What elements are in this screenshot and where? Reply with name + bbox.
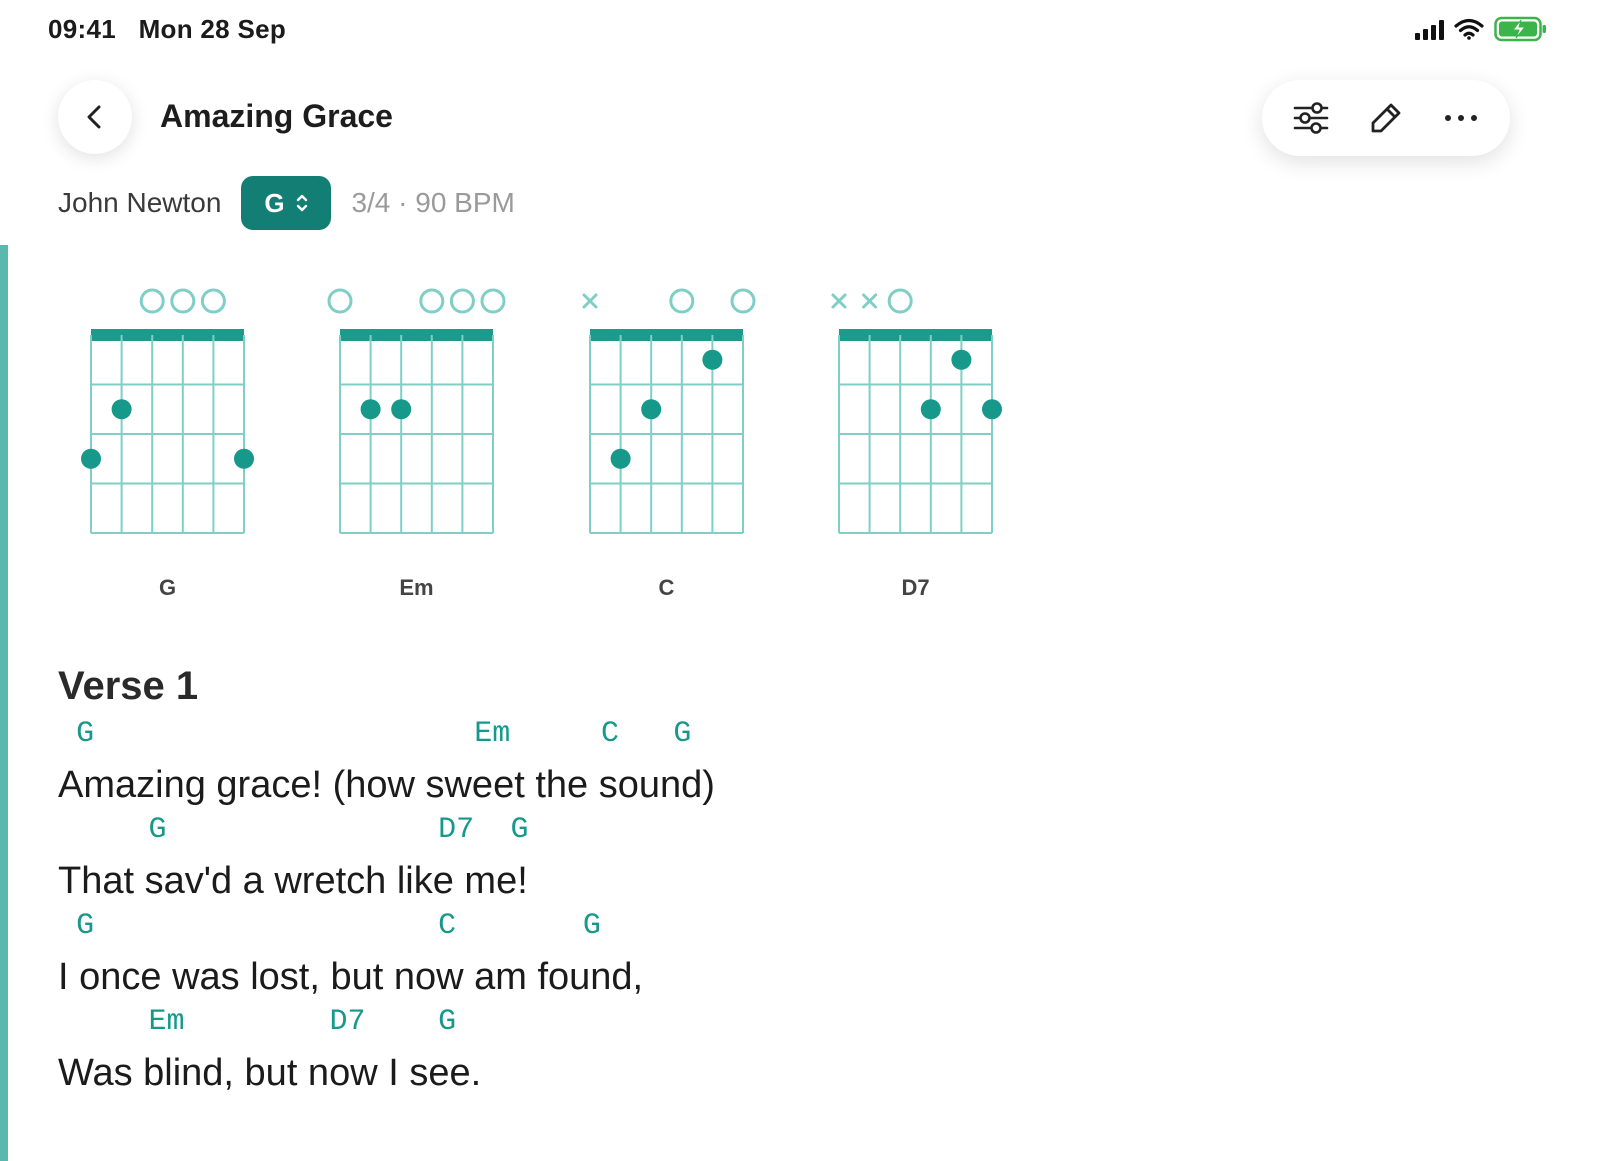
chord-diagram-name: C — [659, 575, 675, 600]
cellular-signal-icon — [1415, 18, 1444, 40]
lyric-line: Em D7 G Was blind, but now I see. — [58, 1005, 715, 1101]
lyric-text: I once was lost, but now am found, — [58, 956, 644, 998]
open-string-marker — [730, 288, 756, 314]
muted-string-marker — [582, 293, 598, 309]
chord-label[interactable]: C — [438, 909, 456, 943]
finger-dot — [951, 349, 972, 370]
lyric-line: G Em C G Amazing grace! (how sweet the sound… — [58, 717, 715, 813]
verse-lines: G Em C G Amazing grace! (how sweet the sound… — [58, 717, 715, 1101]
finger-dot — [81, 448, 101, 469]
open-string-marker — [139, 288, 165, 314]
open-string-marker — [200, 288, 226, 314]
chord-nut — [839, 329, 992, 341]
chord-nut — [590, 329, 743, 341]
chord-label[interactable]: G — [511, 813, 529, 847]
chord-diagrams: G Em C D7 — [81, 288, 1002, 600]
chord-diagram-name: D7 — [901, 575, 929, 600]
section-title: Verse 1 — [58, 664, 199, 708]
chord-label[interactable]: C — [601, 717, 619, 751]
finger-dot — [391, 399, 412, 420]
open-string-marker — [170, 288, 196, 314]
open-string-marker — [480, 288, 506, 314]
lyric-text: That sav'd a wretch like me! — [58, 860, 528, 902]
chord-label[interactable]: G — [583, 909, 601, 943]
finger-dot — [982, 399, 1002, 420]
more-button[interactable] — [1431, 88, 1491, 148]
lyric-text: Was blind, but now I see. — [58, 1052, 482, 1094]
chord-label[interactable]: G — [438, 1005, 456, 1039]
muted-string-marker — [862, 293, 878, 309]
finger-dot — [920, 399, 941, 420]
chord-row: GCG — [58, 909, 715, 953]
chord-row: Em D7 G — [58, 1005, 715, 1049]
finger-dot — [234, 448, 254, 469]
muted-string-marker — [831, 293, 847, 309]
chord-label[interactable]: D7 — [438, 813, 474, 847]
open-string-marker — [327, 288, 353, 314]
lyric-line: G C G I once was lost, but now am found, — [58, 909, 715, 1005]
chord-label[interactable]: Em — [474, 717, 510, 751]
chord-label[interactable]: G — [673, 717, 691, 751]
chord-row: G Em C G — [58, 717, 715, 761]
chord-diagram-name: Em — [399, 575, 433, 600]
lyric-text: Amazing grace! (how sweet the sound) — [58, 764, 715, 806]
finger-dot — [610, 448, 631, 469]
sliders-icon — [1294, 102, 1329, 134]
settings-button[interactable] — [1281, 88, 1341, 148]
chord-label[interactable]: G — [149, 813, 167, 847]
toolbar — [1262, 80, 1510, 156]
open-string-marker — [669, 288, 695, 314]
finger-dot — [360, 399, 381, 420]
chord-label[interactable]: D7 — [330, 1005, 366, 1039]
chord-label[interactable]: G — [76, 717, 94, 751]
chord-nut — [91, 329, 244, 341]
edit-button[interactable] — [1356, 88, 1416, 148]
battery-charging-icon — [1494, 16, 1546, 42]
lyrics-section: Verse 1 G Em C G Amazing grace! (how sweet t… — [58, 664, 715, 1101]
wifi-icon — [1454, 18, 1484, 40]
chord-label[interactable]: G — [76, 909, 94, 943]
chord-nut — [340, 329, 493, 341]
finger-dot — [111, 399, 132, 420]
chord-row: G D7 G — [58, 813, 715, 857]
more-icon — [1444, 115, 1477, 121]
open-string-marker — [887, 288, 913, 314]
pencil-icon — [1371, 103, 1401, 133]
open-string-marker — [419, 288, 445, 314]
open-string-marker — [449, 288, 475, 314]
lyric-line: G D7 G That sav'd a wretch like me! — [58, 813, 715, 909]
chord-label[interactable]: Em — [149, 1005, 185, 1039]
status-icons — [1415, 16, 1548, 42]
finger-dot — [641, 399, 662, 420]
finger-dot — [702, 349, 723, 370]
chord-diagram-name: G — [159, 575, 176, 600]
